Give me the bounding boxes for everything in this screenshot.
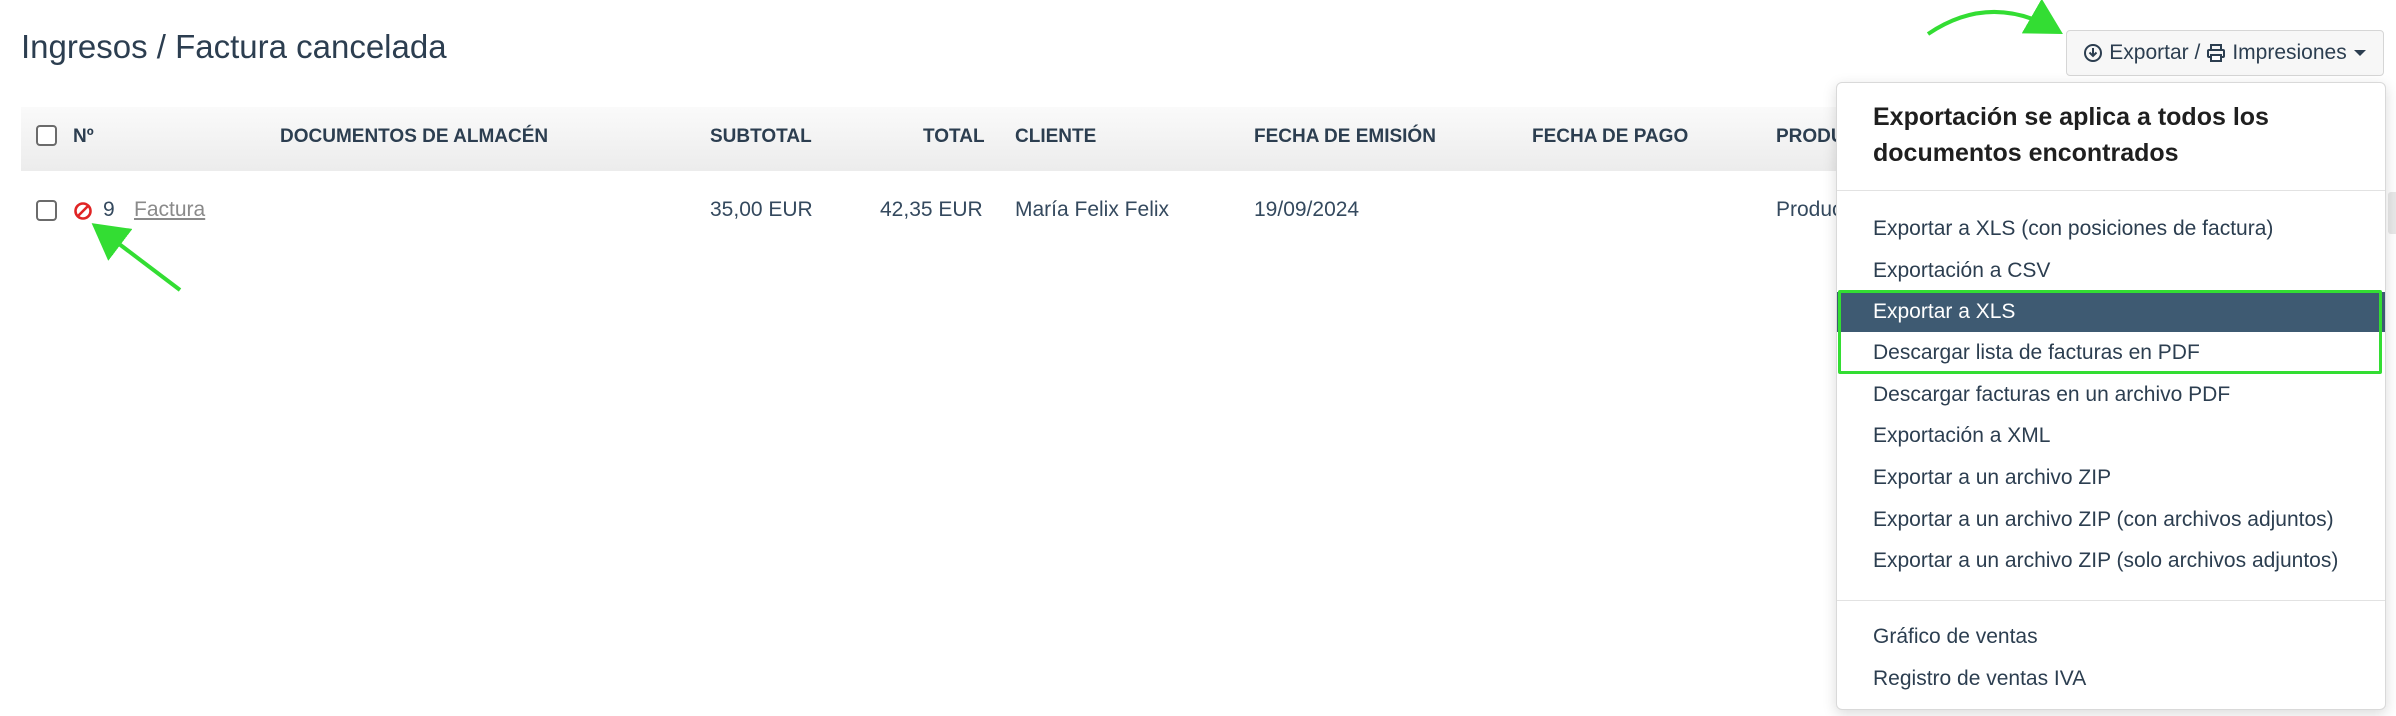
page: Ingresos / Factura cancelada Exportar / … bbox=[0, 0, 2396, 716]
annotation-arrow-icon bbox=[91, 0, 2063, 292]
